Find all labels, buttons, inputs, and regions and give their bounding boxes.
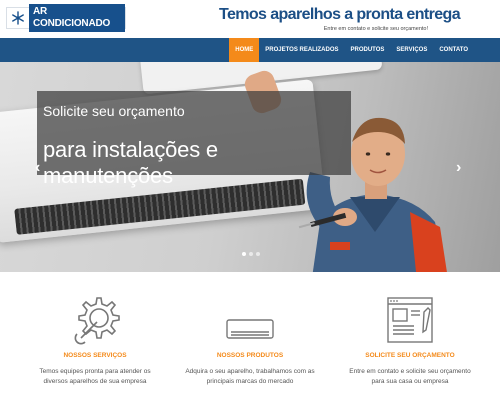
feature-title: SOLICITE SEU ORÇAMENTO [365,352,455,359]
hero-caption: Solicite seu orçamento para instalações … [37,91,351,188]
air-conditioner-icon [175,286,325,346]
header-tagline: Temos aparelhos a pronta entrega [218,6,461,23]
features-section: NOSSOS SERVIÇOS Temos equipes pronta par… [0,272,500,400]
feature-text: Entre em contato e solicite seu orçament… [349,368,471,385]
nav-item-servicos[interactable]: SERVIÇOS [390,38,433,62]
site-header: AR CONDICIONADO Temos aparelhos a pronta… [0,0,500,38]
feature-servicos: NOSSOS SERVIÇOS Temos equipes pronta par… [20,286,170,386]
slider-prev-arrow-icon[interactable]: ‹ [35,160,40,176]
slider-dots [242,252,260,256]
feature-produtos: NOSSOS PRODUTOS Adquira o seu aparelho, … [175,286,325,386]
nav-item-home[interactable]: HOME [229,38,260,62]
header-subtagline: Entre em contato e solicite seu orçament… [323,26,428,32]
slider-dot[interactable] [256,252,260,256]
main-nav: HOME PROJETOS REALIZADOS PRODUTOS SERVIÇ… [0,38,500,62]
hero-caption-line2: para instalações e manutenções [43,137,218,188]
feature-text: Adquira o seu aparelho, trabalhamos com … [185,368,315,385]
feature-title: NOSSOS SERVIÇOS [63,352,127,359]
nav-item-projetos[interactable]: PROJETOS REALIZADOS [259,38,344,62]
hero-caption-line1: Solicite seu orçamento [43,103,185,119]
site-logo[interactable]: AR CONDICIONADO [6,4,126,32]
feature-text: Temos equipes pronta para atender os div… [39,368,151,385]
gear-wrench-icon [20,286,170,346]
slider-next-arrow-icon[interactable]: › [456,160,461,176]
slider-dot[interactable] [242,252,246,256]
snowflake-icon [10,10,25,26]
slider-dot[interactable] [249,252,253,256]
nav-item-contato[interactable]: CONTATO [433,38,474,62]
feature-orcamento: SOLICITE SEU ORÇAMENTO Entre em contato … [335,286,485,386]
logo-text: AR CONDICIONADO [29,4,125,32]
quote-form-icon [335,286,485,346]
feature-title: NOSSOS PRODUTOS [216,352,284,359]
nav-item-produtos[interactable]: PRODUTOS [345,38,391,62]
hero-slider[interactable]: Solicite seu orçamento para instalações … [0,62,500,272]
